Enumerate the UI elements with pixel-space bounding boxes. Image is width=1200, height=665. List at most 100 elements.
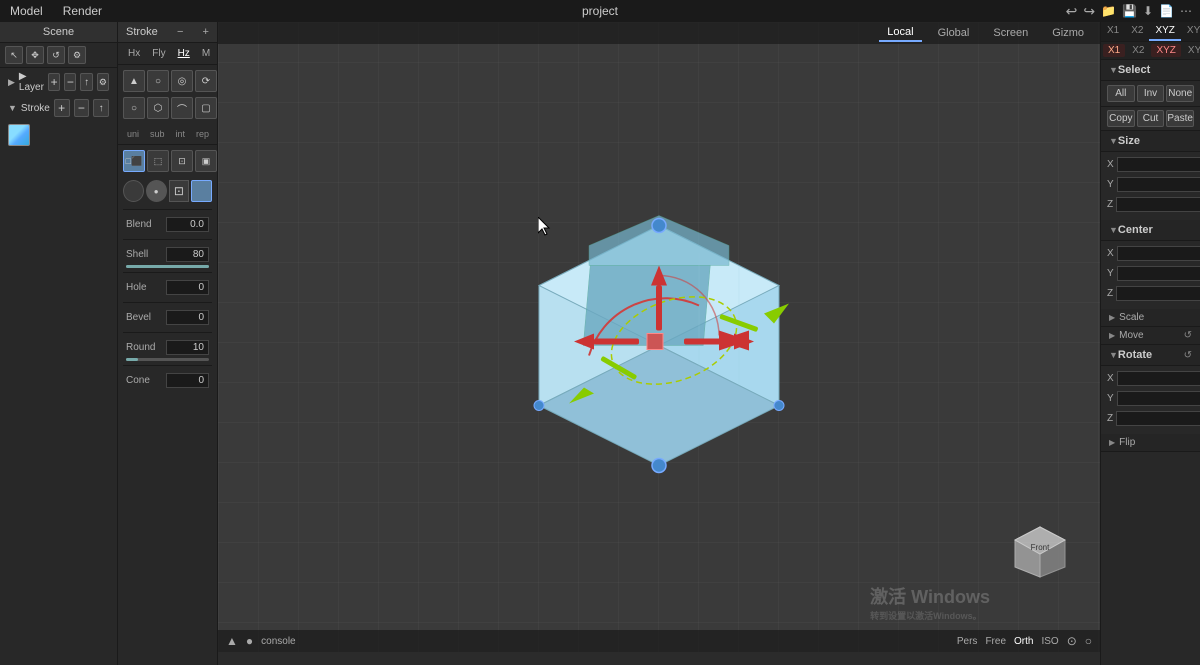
select-all-btn[interactable]: All: [1107, 85, 1135, 102]
tool-sync[interactable]: ⟳: [195, 70, 217, 92]
sub-tab-sub[interactable]: sub: [146, 127, 169, 141]
select-inv-btn[interactable]: Inv: [1137, 85, 1165, 102]
stroke-add-btn[interactable]: +: [54, 99, 70, 117]
right-tab-x2[interactable]: X2: [1125, 22, 1149, 41]
stroke-tool-3[interactable]: ⊡: [171, 150, 193, 172]
move-refresh-icon[interactable]: ↺: [1184, 330, 1192, 341]
vp-icon-b[interactable]: ○: [1085, 634, 1092, 648]
shell-value[interactable]: 80: [166, 247, 209, 262]
scene-move-btn[interactable]: ✥: [26, 46, 44, 64]
bevel-value[interactable]: 0: [166, 310, 209, 325]
move-header[interactable]: ▶ Move ↺: [1101, 327, 1200, 344]
layer-arrow[interactable]: ▶: [8, 77, 15, 88]
stroke-tool-4[interactable]: ▣: [195, 150, 217, 172]
scene-settings-btn[interactable]: ⚙: [68, 46, 86, 64]
stroke-tool-2[interactable]: ⬚: [147, 150, 169, 172]
sub-tab-uni[interactable]: uni: [123, 127, 143, 141]
paste-btn[interactable]: Paste: [1166, 110, 1194, 127]
axis-xy[interactable]: XY: [1183, 44, 1200, 57]
tool-target[interactable]: ◎: [171, 70, 193, 92]
viewport[interactable]: Local Global Screen Gizmo: [218, 22, 1100, 652]
vp-tab-screen[interactable]: Screen: [985, 25, 1036, 41]
sub-tab-int[interactable]: int: [172, 127, 190, 141]
dot-tool[interactable]: ●: [146, 180, 167, 202]
select-section-header[interactable]: ▼ Select: [1101, 60, 1200, 81]
scale-header[interactable]: ▶ Scale: [1101, 309, 1200, 326]
tool-triangle[interactable]: ▲: [123, 70, 145, 92]
tab-m[interactable]: M: [197, 46, 215, 61]
folder-icon[interactable]: 📁: [1101, 4, 1116, 18]
rotate-y-input[interactable]: [1117, 391, 1200, 406]
rotate-z-input[interactable]: [1116, 411, 1200, 426]
scene-cursor-btn[interactable]: ↖: [5, 46, 23, 64]
tab-hx[interactable]: Hx: [123, 46, 145, 61]
vp-tab-gizmo[interactable]: Gizmo: [1044, 25, 1092, 41]
flip-header[interactable]: ▶ Flip: [1101, 434, 1200, 451]
copy-btn[interactable]: Copy: [1107, 110, 1135, 127]
right-tab-x1[interactable]: X1: [1101, 22, 1125, 41]
cut-btn[interactable]: Cut: [1137, 110, 1165, 127]
tool-box[interactable]: ▢: [195, 97, 217, 119]
file-icon[interactable]: 📄: [1159, 4, 1174, 18]
rotate-refresh-icon[interactable]: ↺: [1184, 350, 1192, 361]
vp-bottom-icon-1[interactable]: ▲: [226, 634, 238, 648]
center-z-input[interactable]: [1116, 286, 1200, 301]
more-icon[interactable]: ⋯: [1180, 4, 1192, 18]
size-section-header[interactable]: ▼ Size: [1101, 131, 1200, 152]
tool-hex[interactable]: ⬡: [147, 97, 169, 119]
gizmo-cube[interactable]: Front: [1000, 512, 1080, 592]
minus-btn[interactable]: −: [177, 26, 183, 38]
rotate-x-input[interactable]: [1117, 371, 1200, 386]
save-icon[interactable]: 💾: [1122, 4, 1137, 18]
rotate-section-header[interactable]: ▼ Rotate ↺: [1101, 345, 1200, 366]
expand-tool[interactable]: ⊡: [169, 180, 190, 202]
size-y-input[interactable]: [1117, 177, 1200, 192]
menu-model[interactable]: Model: [0, 2, 53, 20]
vp-label-orth[interactable]: Orth: [1014, 636, 1033, 647]
fill-tool[interactable]: [191, 180, 212, 202]
layer-add-btn[interactable]: +: [48, 73, 60, 91]
vp-tab-local[interactable]: Local: [879, 24, 921, 42]
vp-label-iso[interactable]: ISO: [1041, 636, 1058, 647]
round-slider[interactable]: [126, 358, 209, 361]
vp-tab-global[interactable]: Global: [930, 25, 978, 41]
vp-icon-a[interactable]: ⊙: [1067, 634, 1077, 648]
redo-icon[interactable]: ↪: [1083, 3, 1095, 20]
stroke-arrow[interactable]: ▼: [8, 103, 17, 113]
axis-x1[interactable]: X1: [1103, 44, 1125, 57]
undo-icon[interactable]: ↩: [1066, 3, 1078, 20]
tab-hz[interactable]: Hz: [173, 46, 195, 61]
shell-slider[interactable]: [126, 265, 209, 268]
right-tab-xy[interactable]: XY: [1181, 22, 1200, 41]
vp-label-pers[interactable]: Pers: [957, 636, 978, 647]
menu-render[interactable]: Render: [53, 2, 112, 20]
vp-label-free[interactable]: Free: [985, 636, 1006, 647]
stroke-remove-btn[interactable]: −: [74, 99, 90, 117]
tool-circle[interactable]: ○: [147, 70, 169, 92]
tool-curve[interactable]: ⌒: [171, 97, 193, 119]
hole-value[interactable]: 0: [166, 280, 209, 295]
axis-xyz[interactable]: XYZ: [1151, 44, 1180, 57]
sub-tab-rep[interactable]: rep: [192, 127, 213, 141]
vp-bottom-icon-2[interactable]: ●: [246, 634, 253, 648]
axis-x2[interactable]: X2: [1127, 44, 1149, 57]
layer-remove-btn[interactable]: −: [64, 73, 76, 91]
plus-btn[interactable]: +: [203, 26, 209, 38]
scene-rotate-btn[interactable]: ↺: [47, 46, 65, 64]
stroke-up-btn[interactable]: ↑: [93, 99, 109, 117]
tab-fly[interactable]: Fly: [147, 46, 170, 61]
right-tab-xyz[interactable]: XYZ: [1149, 22, 1180, 41]
stroke-tool-1[interactable]: □⬛: [123, 150, 145, 172]
center-y-input[interactable]: [1117, 266, 1200, 281]
tool-ring[interactable]: ○: [123, 97, 145, 119]
download-icon[interactable]: ⬇: [1143, 4, 1153, 18]
blend-value[interactable]: 0.0: [166, 217, 209, 232]
layer-settings-btn[interactable]: ⚙: [97, 73, 109, 91]
cone-value[interactable]: 0: [166, 373, 209, 388]
center-section-header[interactable]: ▼ Center: [1101, 220, 1200, 241]
size-z-input[interactable]: [1116, 197, 1200, 212]
select-none-btn[interactable]: None: [1166, 85, 1194, 102]
circle-tool[interactable]: [123, 180, 144, 202]
layer-up-btn[interactable]: ↑: [80, 73, 92, 91]
center-x-input[interactable]: [1117, 246, 1200, 261]
